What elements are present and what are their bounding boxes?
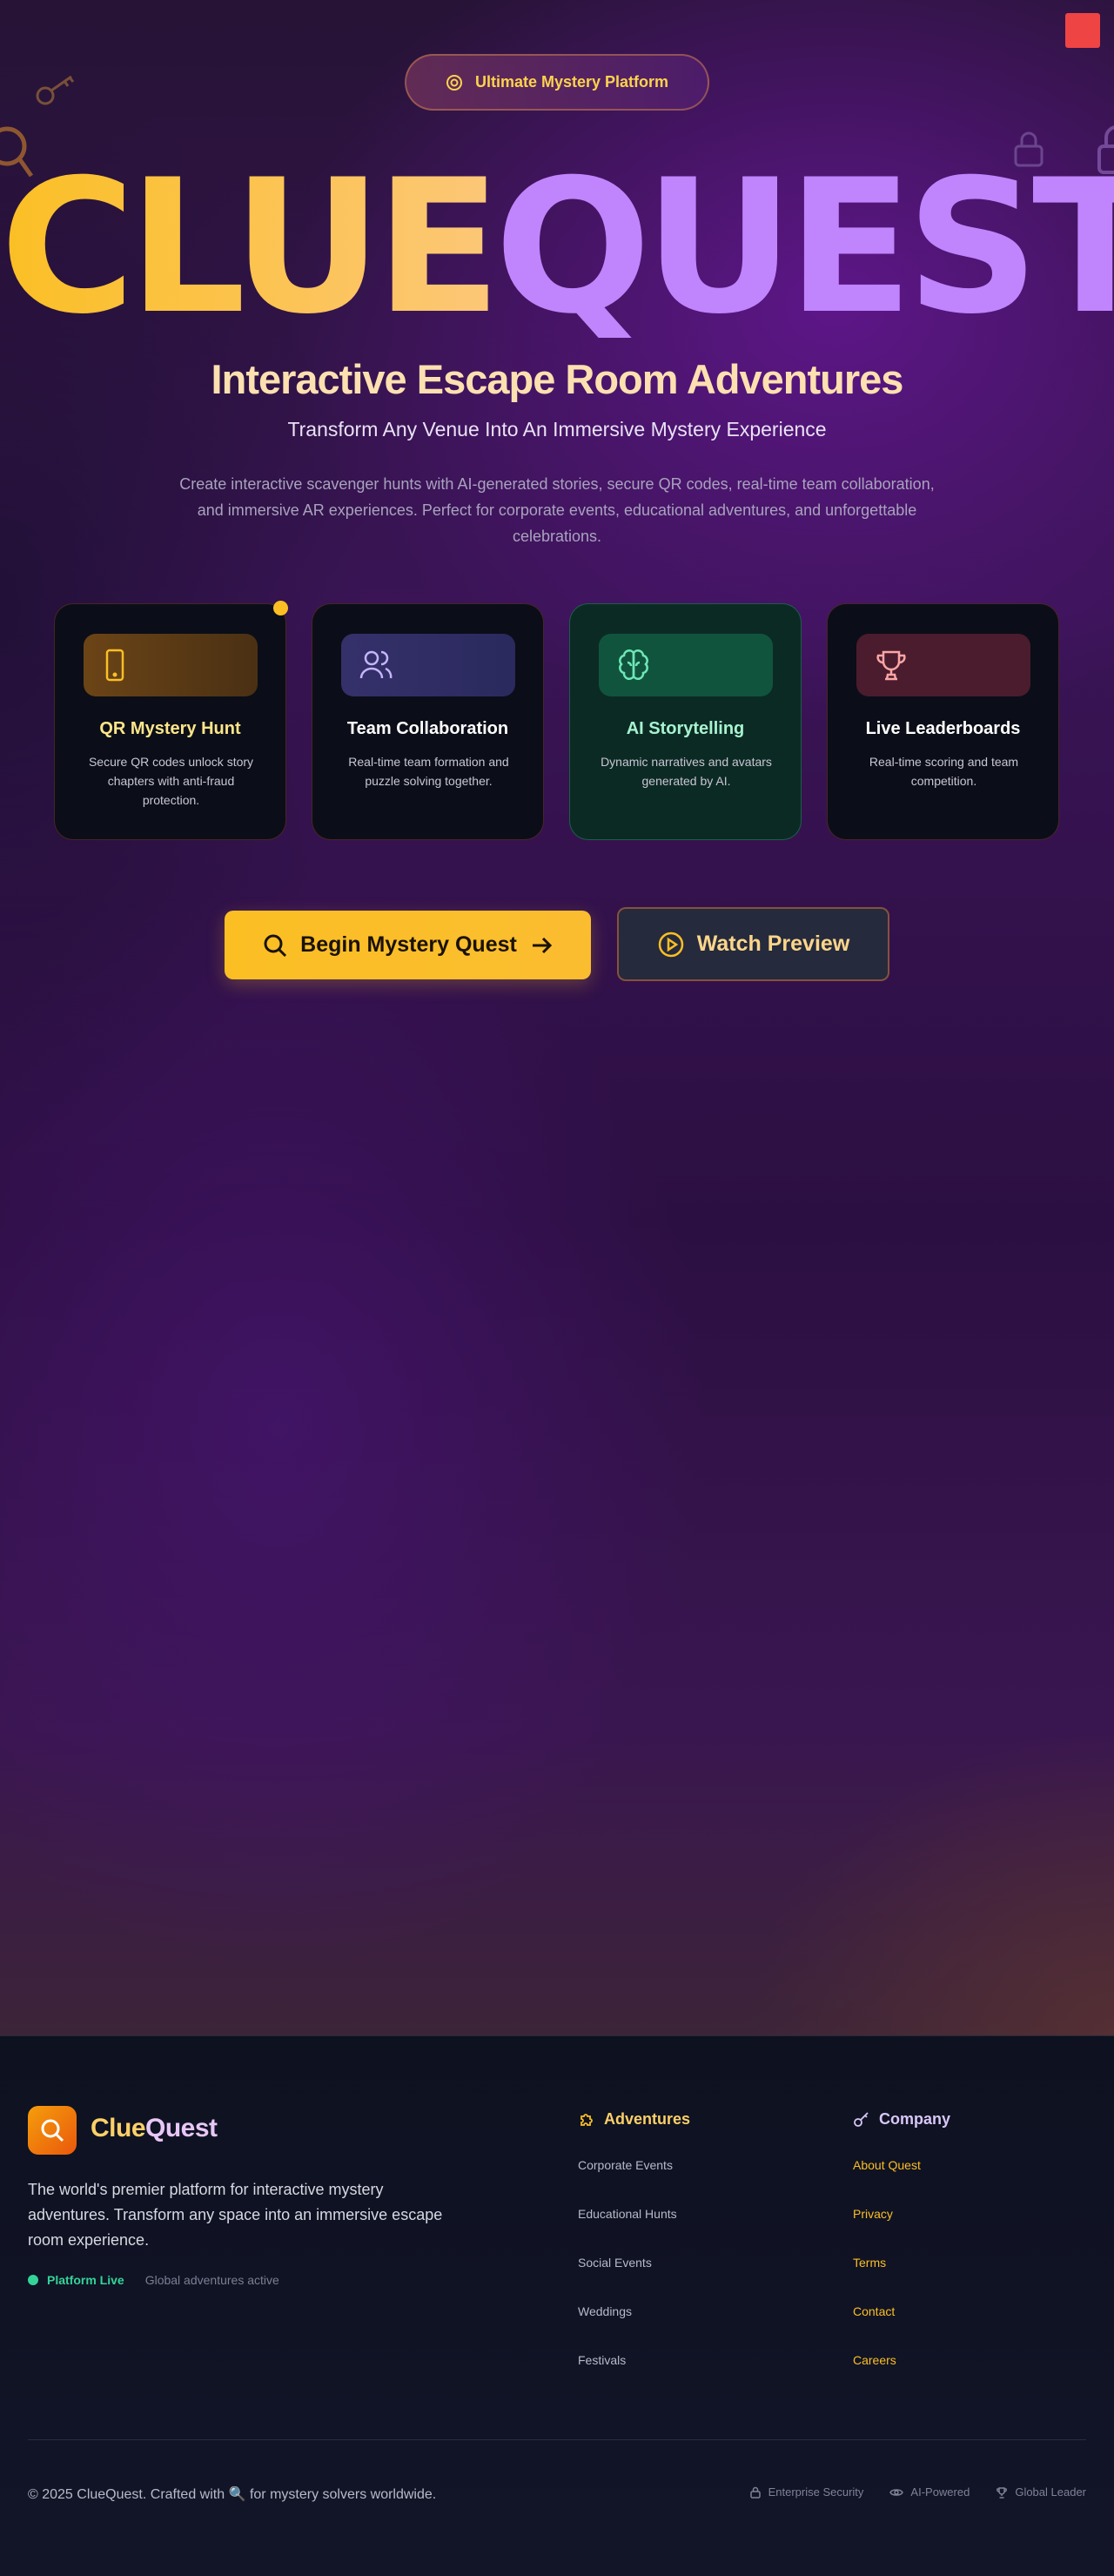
magnifier-emoji-icon: 🔍	[228, 2487, 246, 2502]
footer-link-contact[interactable]: Contact	[853, 2304, 950, 2353]
feature-icon-chip	[341, 634, 515, 696]
hero-description: Create interactive scavenger hunts with …	[179, 475, 935, 545]
footer-company: Company About Quest Privacy Terms Contac…	[853, 2108, 950, 2402]
footer-link-social[interactable]: Social Events	[578, 2256, 690, 2304]
platform-badge: Ultimate Mystery Platform	[405, 54, 709, 111]
company-heading: Company	[853, 2108, 950, 2130]
feature-text: Secure QR codes unlock story chapters wi…	[88, 755, 254, 807]
puzzle-icon	[580, 2114, 593, 2126]
key-icon	[36, 75, 75, 105]
platform-status: Platform Live Global adventures active	[28, 2273, 279, 2287]
brain-icon	[619, 649, 648, 680]
feature-card-qr[interactable]: QR Mystery Hunt Secure QR codes unlock s…	[54, 603, 286, 840]
feature-card-leaderboard[interactable]: Live Leaderboards Real-time scoring and …	[827, 603, 1059, 840]
feature-title: Team Collaboration	[346, 719, 509, 738]
arrow-right-icon	[532, 937, 552, 953]
hero-tagline: Transform Any Venue Into An Immersive My…	[287, 418, 827, 441]
begin-quest-label: Begin Mystery Quest	[300, 932, 517, 957]
users-icon	[359, 650, 393, 679]
lock-icon	[749, 2486, 761, 2499]
logo-part-quest: QUEST	[494, 139, 1114, 354]
play-circle-icon	[658, 932, 683, 957]
footer-brand-part2: Quest	[145, 2114, 218, 2142]
footer-link-careers[interactable]: Careers	[853, 2353, 950, 2402]
footer-link-weddings[interactable]: Weddings	[578, 2304, 690, 2353]
site-footer: ClueQuest The world's premier platform f…	[0, 2035, 1114, 2576]
feature-title: AI Storytelling	[626, 719, 745, 738]
footer-adventures: Adventures Corporate Events Educational …	[578, 2108, 690, 2402]
footer-link-about[interactable]: About Quest	[853, 2158, 950, 2207]
footer-brand-part1: Clue	[91, 2114, 146, 2142]
footer-brand[interactable]: ClueQuest	[91, 2114, 218, 2143]
footer-badges: Enterprise Security AI-Powered Global Le…	[749, 2485, 1086, 2499]
adventures-heading: Adventures	[578, 2108, 690, 2130]
logo-part-clue: CLUE	[0, 139, 501, 354]
feature-card-team[interactable]: Team Collaboration Real-time team format…	[312, 603, 544, 840]
trophy-icon	[997, 2486, 1008, 2499]
status-dot	[28, 2275, 38, 2285]
footer-link-terms[interactable]: Terms	[853, 2256, 950, 2304]
feature-text: Dynamic narratives and avatars generated…	[601, 755, 772, 788]
footer-about: The world's premier platform for interac…	[28, 2181, 443, 2249]
feature-icon-chip	[84, 634, 258, 696]
hero-section: Ultimate Mystery Platform CLUEQUEST Inte…	[0, 0, 1114, 2035]
feature-text: Real-time scoring and team competition.	[869, 755, 1019, 788]
feature-title: QR Mystery Hunt	[99, 719, 241, 738]
search-icon	[41, 2119, 64, 2142]
feature-card-ai[interactable]: AI Storytelling Dynamic narratives and a…	[569, 603, 802, 840]
hero-subtitle: Interactive Escape Room Adventures	[211, 356, 904, 402]
search-icon	[264, 934, 287, 957]
trophy-icon	[876, 650, 906, 681]
target-icon	[446, 74, 462, 91]
footer-divider	[28, 2439, 1086, 2440]
notification-dot	[273, 601, 288, 615]
footer-copyright: © 2025 ClueQuest. Crafted with 🔍 for mys…	[28, 2485, 436, 2503]
watch-preview-label: Watch Preview	[696, 932, 850, 956]
feature-title: Live Leaderboards	[865, 719, 1021, 738]
status-live: Platform Live	[47, 2273, 124, 2287]
badge-global-leader: Global Leader	[996, 2485, 1086, 2499]
feature-icon-chip	[599, 634, 773, 696]
key-icon	[854, 2112, 869, 2127]
footer-logo-icon[interactable]	[28, 2106, 77, 2155]
badge-label: Global Leader	[1015, 2485, 1086, 2499]
hero-logo: CLUEQUEST	[0, 155, 1114, 340]
footer-link-festivals[interactable]: Festivals	[578, 2353, 690, 2402]
copyright-prefix: © 2025 ClueQuest. Crafted with	[28, 2487, 225, 2502]
smartphone-icon	[105, 649, 124, 682]
company-heading-label: Company	[879, 2109, 951, 2128]
badge-enterprise-security: Enterprise Security	[749, 2485, 864, 2499]
adventures-heading-label: Adventures	[604, 2109, 691, 2128]
begin-quest-button[interactable]: Begin Mystery Quest	[225, 911, 591, 979]
badge-ai-powered: AI-Powered	[889, 2485, 970, 2499]
footer-link-corporate[interactable]: Corporate Events	[578, 2158, 690, 2207]
close-button[interactable]	[1065, 13, 1100, 48]
feature-icon-chip	[856, 634, 1030, 696]
copyright-suffix: for mystery solvers worldwide.	[249, 2487, 437, 2502]
footer-link-educational[interactable]: Educational Hunts	[578, 2207, 690, 2256]
eye-icon	[889, 2488, 904, 2496]
badge-label: Enterprise Security	[768, 2485, 864, 2499]
badge-label: Ultimate Mystery Platform	[474, 73, 669, 91]
watch-preview-button[interactable]: Watch Preview	[617, 907, 889, 981]
feature-text: Real-time team formation and puzzle solv…	[348, 755, 509, 788]
status-active: Global adventures active	[144, 2273, 279, 2287]
footer-link-privacy[interactable]: Privacy	[853, 2207, 950, 2256]
badge-label: AI-Powered	[910, 2485, 970, 2499]
